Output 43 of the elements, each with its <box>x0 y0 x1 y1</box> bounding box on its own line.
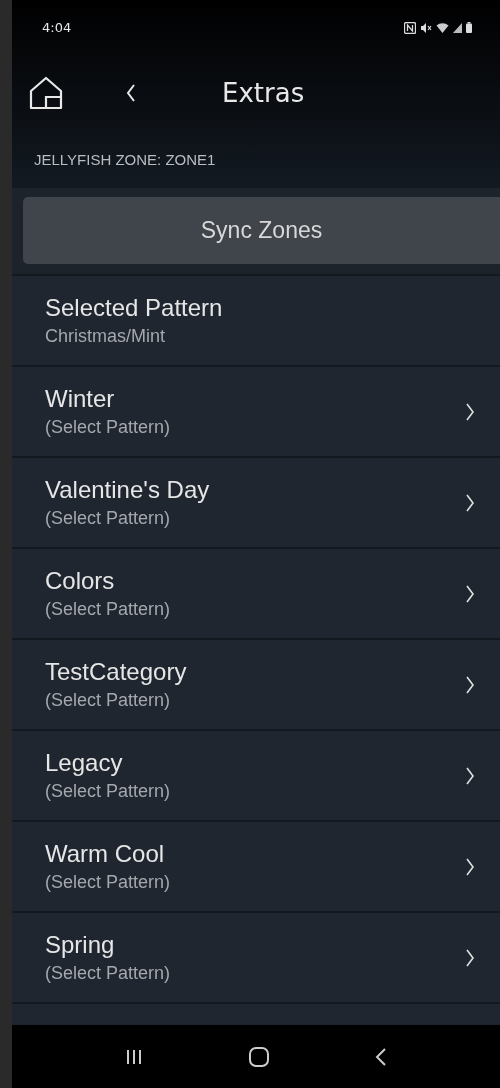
row-subtitle: Christmas/Mint <box>45 326 166 347</box>
chevron-right-icon <box>466 948 474 967</box>
row-subtitle: (Select Pattern) <box>45 690 172 711</box>
chevron-right-icon <box>466 857 474 876</box>
back-icon[interactable] <box>126 82 136 103</box>
back-button-icon[interactable] <box>374 1045 388 1068</box>
nfc-icon <box>404 21 416 34</box>
chevron-right-icon <box>466 766 474 785</box>
pattern-list-item[interactable]: Warm Cool (Select Pattern) <box>12 822 500 913</box>
pattern-list-item[interactable]: Winter (Select Pattern) <box>12 367 500 458</box>
row-subtitle: (Select Pattern) <box>45 781 171 802</box>
pattern-list-item[interactable]: Spring (Select Pattern) <box>12 913 500 1004</box>
chevron-right-icon <box>466 402 474 421</box>
row-subtitle: (Select Pattern) <box>45 417 171 438</box>
row-title: Selected Pattern <box>45 294 223 322</box>
pattern-list-item[interactable]: Colors (Select Pattern) <box>12 549 500 640</box>
home-button-icon[interactable] <box>248 1045 270 1068</box>
wifi-icon <box>436 22 449 33</box>
pattern-list-item[interactable]: TestCategory (Select Pattern) <box>12 640 500 731</box>
row-subtitle: (Select Pattern) <box>45 599 171 620</box>
row-subtitle: (Select Pattern) <box>45 872 171 893</box>
row-title: Valentine's Day <box>45 476 210 504</box>
mute-icon <box>420 21 432 34</box>
chevron-right-icon <box>466 493 474 512</box>
row-title: Legacy <box>45 749 124 777</box>
chevron-right-icon <box>466 584 474 603</box>
row-title: TestCategory <box>45 658 187 686</box>
row-subtitle: (Select Pattern) <box>45 963 171 984</box>
signal-icon <box>453 22 462 33</box>
chevron-right-icon <box>466 675 474 694</box>
row-title: Spring <box>45 931 116 959</box>
row-title: Warm Cool <box>45 840 166 868</box>
home-icon[interactable] <box>28 74 64 111</box>
status-time: 4:04 <box>42 20 72 35</box>
page-title: Extras <box>222 77 305 108</box>
sync-zones-button[interactable]: Sync Zones <box>23 197 500 264</box>
row-title: Winter <box>45 385 116 413</box>
battery-icon <box>466 22 472 33</box>
pattern-list-item[interactable]: Valentine's Day (Select Pattern) <box>12 458 500 549</box>
pattern-list-item[interactable]: Legacy (Select Pattern) <box>12 731 500 822</box>
zone-label: JELLYFISH ZONE: ZONE1 <box>33 149 217 170</box>
row-title: Colors <box>45 567 116 595</box>
row-subtitle: (Select Pattern) <box>45 508 172 529</box>
